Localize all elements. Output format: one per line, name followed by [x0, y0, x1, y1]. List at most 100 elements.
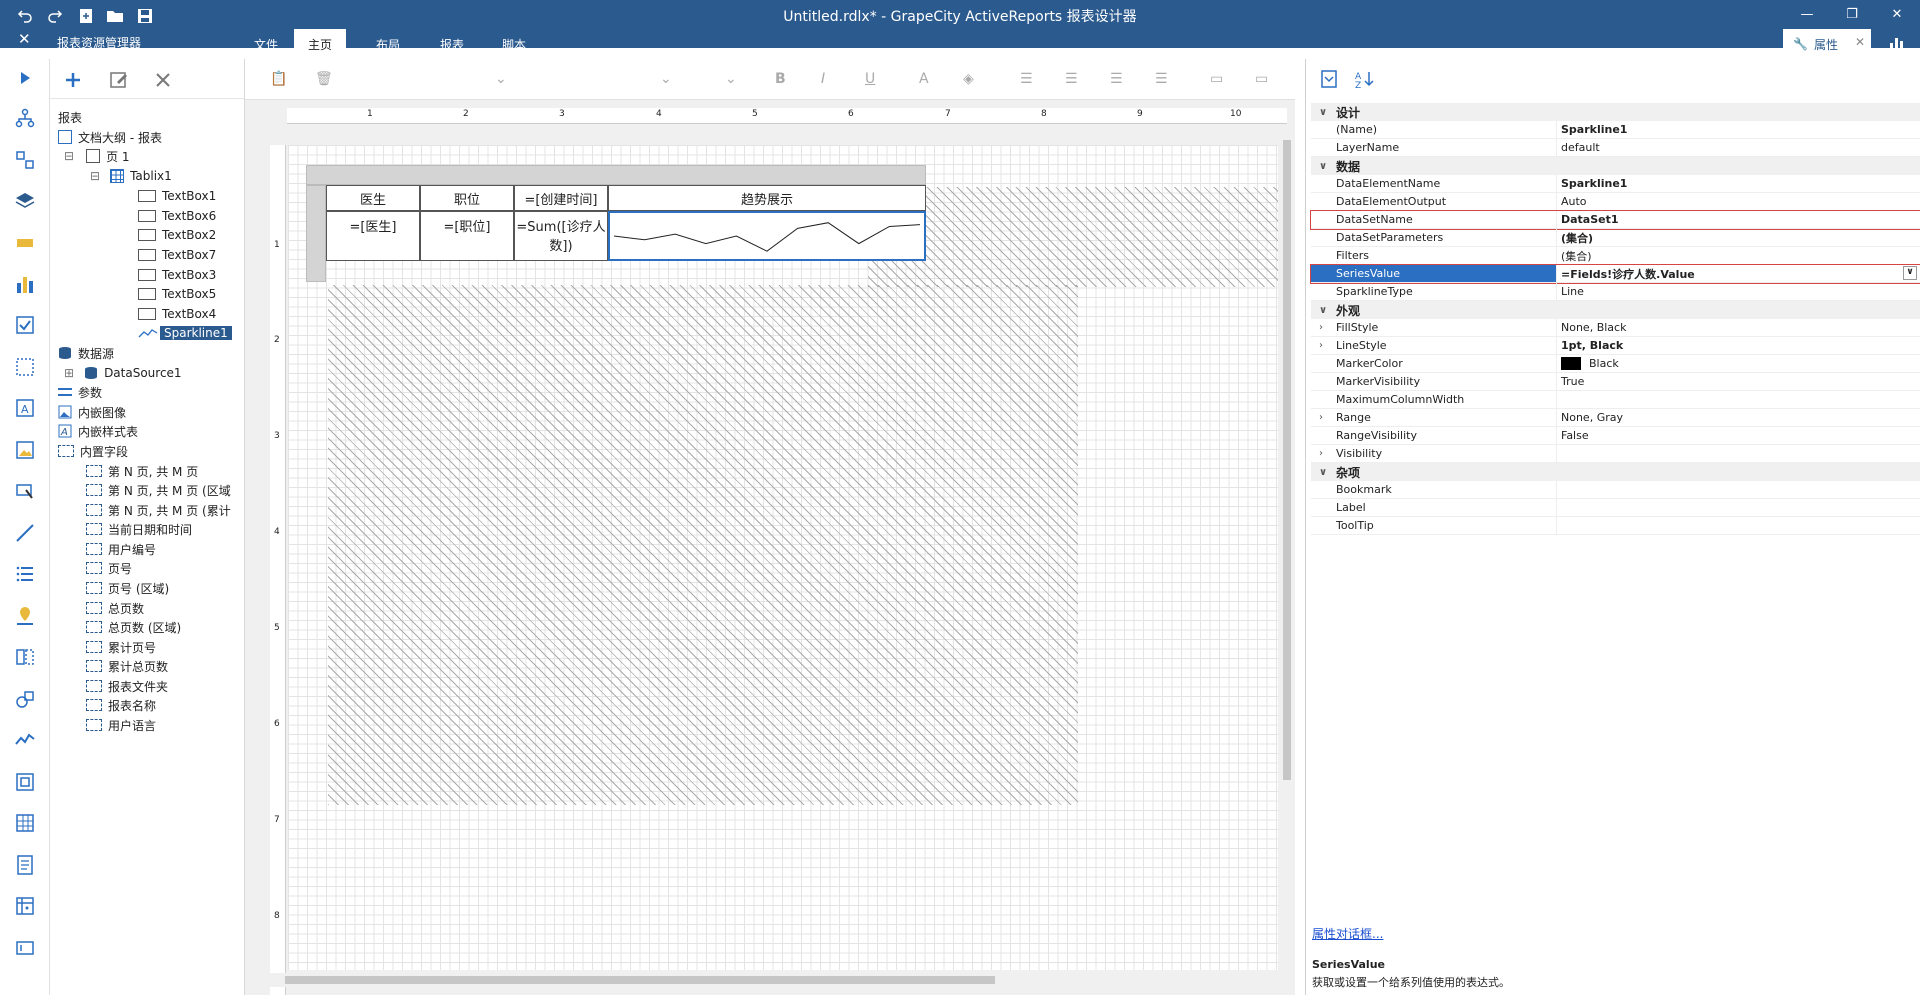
property-row[interactable]: Bookmark: [1311, 481, 1920, 499]
category-design[interactable]: ∨ 设计: [1311, 103, 1920, 121]
property-row[interactable]: MaximumColumnWidth: [1311, 391, 1920, 409]
chevron-right-icon[interactable]: ›: [1319, 322, 1323, 333]
detail-cell-title[interactable]: =[职位]: [420, 211, 514, 261]
tableofcontents-icon[interactable]: [14, 854, 36, 876]
chevron-right-icon[interactable]: ›: [1319, 448, 1323, 459]
bold-icon[interactable]: B: [775, 71, 786, 87]
header-cell-created-time[interactable]: =[创建时间]: [514, 185, 608, 211]
close-properties-icon[interactable]: ✕: [1855, 35, 1865, 49]
valign-top-icon[interactable]: ▭: [1210, 71, 1223, 87]
property-row[interactable]: Filters (集合): [1311, 247, 1920, 265]
input-field-icon[interactable]: [14, 480, 36, 502]
tree-textbox[interactable]: TextBox3: [138, 265, 216, 285]
table-tool-icon[interactable]: [14, 812, 36, 834]
delete-icon[interactable]: [152, 69, 174, 91]
align-center-icon[interactable]: ☰: [1065, 71, 1078, 87]
vertical-scroll-thumb[interactable]: [1283, 140, 1291, 780]
header-cell-trend[interactable]: 趋势展示: [608, 185, 926, 211]
map-tool-icon[interactable]: [14, 605, 36, 627]
chevron-right-icon[interactable]: ›: [1319, 412, 1323, 423]
align-right-icon[interactable]: ☰: [1110, 71, 1123, 87]
property-row[interactable]: ToolTip: [1311, 517, 1920, 535]
detail-cell-doctor[interactable]: =[医生]: [326, 211, 420, 261]
tree-textbox[interactable]: TextBox6: [138, 206, 216, 226]
font-color-icon[interactable]: A: [919, 71, 929, 87]
property-row-seriesvalue[interactable]: SeriesValue =Fields!诊疗人数.Value ∨: [1310, 264, 1920, 284]
tree-parameters[interactable]: 参数: [58, 382, 102, 402]
tree-field[interactable]: 当前日期和时间: [86, 519, 192, 539]
close-explorer-icon[interactable]: ✕: [18, 30, 31, 48]
layers-icon[interactable]: [14, 190, 36, 212]
tree-field[interactable]: 第 N 页, 共 M 页: [86, 461, 198, 481]
run-icon[interactable]: [14, 67, 36, 89]
hierarchy-icon[interactable]: [14, 107, 36, 129]
tree-tablix[interactable]: ⊟ Tablix1: [90, 166, 172, 186]
overflow-placeholder-icon[interactable]: [14, 646, 36, 668]
property-row[interactable]: › Visibility: [1311, 445, 1920, 463]
tab-report[interactable]: 报表: [426, 29, 478, 59]
tree-field[interactable]: 用户编号: [86, 539, 156, 559]
column-handle-bar[interactable]: [306, 165, 926, 185]
close-window-button[interactable]: ✕: [1879, 3, 1915, 25]
font-dropdown-icon[interactable]: ⌄: [495, 71, 507, 87]
container-tool-icon[interactable]: [14, 356, 36, 378]
add-icon[interactable]: [62, 69, 84, 91]
property-row[interactable]: (Name) Sparkline1: [1311, 121, 1920, 139]
bar-chart-icon[interactable]: [14, 273, 36, 295]
dropdown-arrow-icon[interactable]: ∨: [1903, 266, 1917, 280]
tree-field[interactable]: 第 N 页, 共 M 页 (累计: [86, 500, 231, 520]
tree-doc-outline[interactable]: 文档大纲 - 报表: [58, 127, 162, 147]
underline-icon[interactable]: U: [865, 71, 875, 87]
tree-field[interactable]: 累计页号: [86, 637, 156, 657]
row-handle-bar[interactable]: [306, 185, 326, 282]
tree-field[interactable]: 累计总页数: [86, 656, 168, 676]
tree-field[interactable]: 第 N 页, 共 M 页 (区域: [86, 480, 231, 500]
paste-icon[interactable]: 📋: [270, 71, 287, 87]
property-row[interactable]: Label: [1311, 499, 1920, 517]
tree-textbox[interactable]: TextBox4: [138, 304, 216, 324]
property-row[interactable]: DataElementOutput Auto: [1311, 193, 1920, 211]
tree-textbox[interactable]: TextBox5: [138, 284, 216, 304]
horizontal-scrollbar[interactable]: [270, 973, 1280, 987]
restore-button[interactable]: ❐: [1834, 3, 1870, 25]
tab-home[interactable]: 主页: [294, 29, 347, 59]
tree-field[interactable]: 报表文件夹: [86, 676, 168, 696]
tree-textbox[interactable]: TextBox7: [138, 245, 216, 265]
category-misc[interactable]: ∨ 杂项: [1311, 463, 1920, 481]
grouping-icon[interactable]: [14, 149, 36, 171]
style-dropdown-icon[interactable]: ⌄: [725, 71, 737, 87]
align-left-icon[interactable]: ☰: [1020, 71, 1033, 87]
property-row[interactable]: MarkerColor Black: [1311, 355, 1920, 373]
property-row[interactable]: › LineStyle 1pt, Black: [1311, 337, 1920, 355]
report-canvas[interactable]: 医生 职位 =[创建时间] 趋势展示 =[医生] =[职位] =Sum([诊疗人…: [288, 145, 1278, 970]
subreport-icon[interactable]: [14, 771, 36, 793]
line-tool-icon[interactable]: [14, 522, 36, 544]
textbox-tool-icon[interactable]: [14, 232, 36, 254]
italic-icon[interactable]: I: [821, 71, 825, 87]
property-row[interactable]: SparklineType Line: [1311, 283, 1920, 301]
header-cell-doctor[interactable]: 医生: [326, 185, 420, 211]
tab-layout[interactable]: 布局: [362, 29, 414, 59]
sparkline-cell[interactable]: [608, 211, 926, 261]
tree-field[interactable]: 页号 (区域): [86, 578, 169, 598]
tree-textbox[interactable]: TextBox2: [138, 225, 216, 245]
property-row[interactable]: DataSetParameters (集合): [1311, 229, 1920, 247]
property-row[interactable]: RangeVisibility False: [1311, 427, 1920, 445]
valign-middle-icon[interactable]: ▭: [1255, 71, 1268, 87]
property-row[interactable]: LayerName default: [1311, 139, 1920, 157]
property-row[interactable]: › Range None, Gray: [1311, 409, 1920, 427]
detail-cell-sum[interactable]: =Sum([诊疗人数]): [514, 211, 608, 261]
property-row[interactable]: DataElementName Sparkline1: [1311, 175, 1920, 193]
category-data[interactable]: ∨ 数据: [1311, 157, 1920, 175]
chevron-right-icon[interactable]: ›: [1319, 340, 1323, 351]
tree-embedded-styles[interactable]: A 内嵌样式表: [58, 421, 138, 441]
edit-icon[interactable]: [108, 69, 130, 91]
trash-icon[interactable]: 🗑: [315, 71, 333, 87]
tree-datasource[interactable]: ⊞ DataSource1: [64, 363, 182, 383]
horizontal-scroll-thumb[interactable]: [285, 976, 995, 984]
category-appearance[interactable]: ∨ 外观: [1311, 301, 1920, 319]
list-tool-icon[interactable]: [14, 563, 36, 585]
minimize-button[interactable]: —: [1789, 3, 1825, 25]
categorized-icon[interactable]: [1320, 69, 1340, 92]
justify-icon[interactable]: ☰: [1155, 71, 1168, 87]
